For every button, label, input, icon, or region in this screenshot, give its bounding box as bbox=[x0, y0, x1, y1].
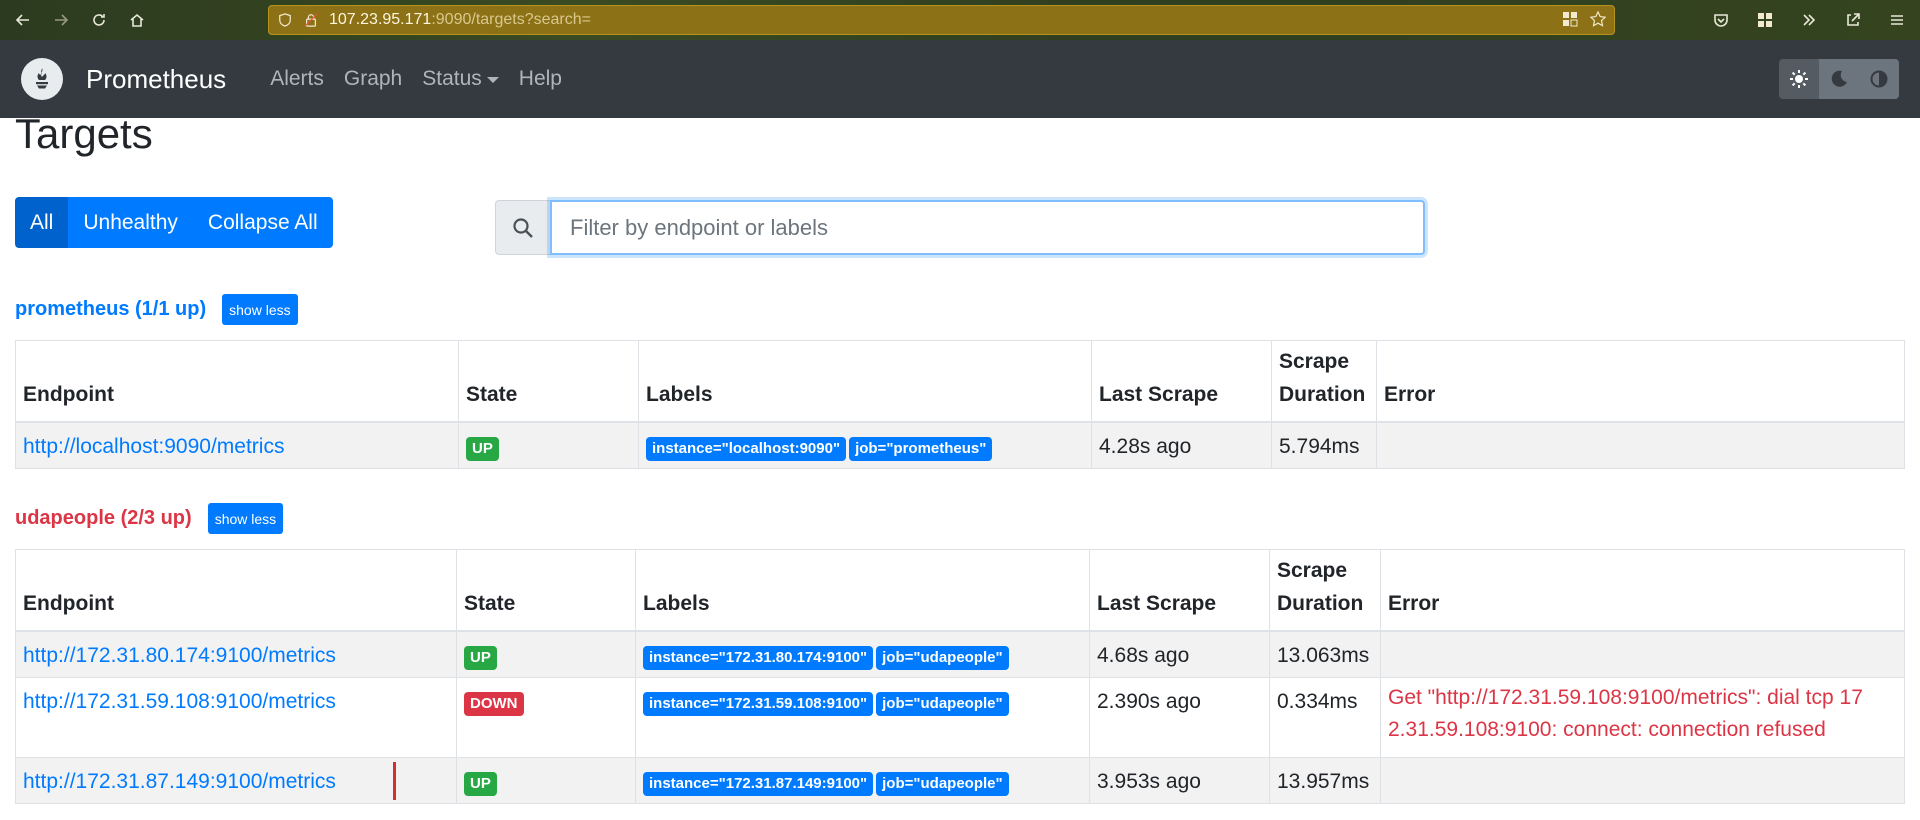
job-header-prometheus: prometheus (1/1 up) show less bbox=[15, 294, 298, 325]
col-scrape-duration: Scrape Duration bbox=[1271, 340, 1377, 422]
endpoint-link[interactable]: http://172.31.59.108:9100/metrics bbox=[23, 690, 336, 713]
share-icon[interactable] bbox=[1840, 5, 1866, 35]
nav-alerts[interactable]: Alerts bbox=[260, 67, 334, 91]
scrape-duration: 5.794ms bbox=[1271, 421, 1377, 469]
sun-icon[interactable] bbox=[1779, 59, 1819, 99]
label-badge: instance="localhost:9090" bbox=[646, 436, 847, 461]
job-header-udapeople: udapeople (2/3 up) show less bbox=[15, 503, 284, 534]
targets-table-prometheus: Endpoint State Labels Last Scrape Scrape… bbox=[15, 340, 1905, 469]
last-scrape: 4.28s ago bbox=[1091, 421, 1272, 469]
home-icon[interactable] bbox=[122, 5, 152, 35]
filter-button-group: All Unhealthy Collapse All bbox=[15, 197, 333, 248]
status-badge: UP bbox=[464, 772, 497, 796]
url-host: 107.23.95.171 bbox=[329, 11, 432, 28]
scrape-duration: 0.334ms bbox=[1269, 677, 1381, 758]
star-icon[interactable] bbox=[1589, 10, 1607, 32]
col-error: Error bbox=[1376, 340, 1905, 422]
col-labels: Labels bbox=[635, 549, 1090, 631]
last-scrape: 4.68s ago bbox=[1089, 630, 1270, 678]
lock-icon[interactable] bbox=[301, 10, 321, 30]
table-row: http://localhost:9090/metrics UP instanc… bbox=[15, 421, 1905, 469]
col-scrape-duration-line2: Duration bbox=[1279, 382, 1366, 406]
col-labels: Labels bbox=[638, 340, 1092, 422]
error-line-1: Get "http://172.31.59.108:9100/metrics":… bbox=[1388, 686, 1863, 709]
col-state: State bbox=[458, 340, 639, 422]
endpoint-link[interactable]: http://172.31.87.149:9100/metrics bbox=[23, 770, 336, 793]
chevron-down-icon bbox=[486, 77, 499, 83]
label-badge: instance="172.31.87.149:9100" bbox=[643, 772, 874, 796]
label-badge: instance="172.31.80.174:9100" bbox=[643, 645, 874, 670]
col-last-scrape: Last Scrape bbox=[1089, 549, 1270, 631]
col-error: Error bbox=[1380, 549, 1905, 631]
table-row: http://172.31.59.108:9100/metrics DOWN i… bbox=[15, 677, 1905, 758]
extensions-icon[interactable] bbox=[1752, 5, 1778, 35]
error-cell: Get "http://172.31.59.108:9100/metrics":… bbox=[1380, 677, 1905, 758]
col-state: State bbox=[456, 549, 636, 631]
shield-icon[interactable] bbox=[275, 10, 295, 30]
col-endpoint: Endpoint bbox=[15, 549, 457, 631]
col-scrape-duration: Scrape Duration bbox=[1269, 549, 1381, 631]
last-scrape: 2.390s ago bbox=[1089, 677, 1270, 758]
theme-toggle bbox=[1779, 59, 1899, 99]
error-line-2: 2.31.59.108:9100: connect: connection re… bbox=[1388, 718, 1826, 741]
error-cell bbox=[1380, 630, 1905, 678]
show-less-button[interactable]: show less bbox=[222, 294, 298, 325]
show-less-button[interactable]: show less bbox=[207, 503, 284, 534]
brand-name[interactable]: Prometheus bbox=[86, 64, 226, 95]
label-badge: job="udapeople" bbox=[876, 645, 1009, 670]
nav-graph[interactable]: Graph bbox=[334, 67, 412, 91]
prometheus-logo-icon[interactable] bbox=[21, 58, 63, 100]
job-title-prometheus[interactable]: prometheus (1/1 up) bbox=[15, 298, 206, 321]
pocket-icon[interactable] bbox=[1708, 5, 1734, 35]
moon-icon[interactable] bbox=[1819, 59, 1859, 99]
menu-icon[interactable] bbox=[1884, 5, 1910, 35]
url-text[interactable]: 107.23.95.171:9090/targets?search= bbox=[329, 11, 591, 29]
app-navbar: Prometheus Alerts Graph Status Help bbox=[0, 40, 1920, 118]
search-input[interactable] bbox=[550, 200, 1425, 255]
table-row: http://172.31.80.174:9100/metrics UP ins… bbox=[15, 630, 1905, 678]
col-endpoint: Endpoint bbox=[15, 340, 459, 422]
status-badge: DOWN bbox=[464, 692, 524, 716]
nav-status-label: Status bbox=[422, 67, 482, 90]
forward-icon[interactable] bbox=[46, 5, 76, 35]
filter-search bbox=[495, 200, 1425, 255]
text-cursor-marker bbox=[393, 762, 396, 800]
label-badge: job="udapeople" bbox=[876, 772, 1009, 796]
table-row: http://172.31.87.149:9100/metrics UP ins… bbox=[15, 757, 1905, 804]
url-path: :9090/targets?search= bbox=[431, 11, 591, 28]
label-badge: job="prometheus" bbox=[849, 436, 993, 461]
scrape-duration: 13.957ms bbox=[1269, 757, 1381, 804]
chevrons-icon[interactable] bbox=[1796, 5, 1822, 35]
endpoint-link[interactable]: http://localhost:9090/metrics bbox=[23, 435, 284, 458]
grid-icon[interactable] bbox=[1562, 11, 1578, 32]
col-scrape-duration-line1: Scrape bbox=[1279, 349, 1350, 373]
label-badge: instance="172.31.59.108:9100" bbox=[643, 692, 874, 716]
col-last-scrape: Last Scrape bbox=[1091, 340, 1272, 422]
back-icon[interactable] bbox=[8, 5, 38, 35]
nav-status[interactable]: Status bbox=[412, 67, 509, 91]
all-button[interactable]: All bbox=[15, 197, 69, 248]
col-scrape-duration-line1: Scrape bbox=[1277, 558, 1348, 582]
page-title: Targets bbox=[15, 110, 153, 157]
job-title-udapeople[interactable]: udapeople (2/3 up) bbox=[15, 507, 192, 530]
contrast-icon[interactable] bbox=[1859, 59, 1899, 99]
label-badge: job="udapeople" bbox=[876, 692, 1009, 716]
error-cell bbox=[1380, 757, 1905, 804]
reload-icon[interactable] bbox=[84, 5, 114, 35]
collapse-all-button[interactable]: Collapse All bbox=[192, 197, 333, 248]
address-bar[interactable]: 107.23.95.171:9090/targets?search= bbox=[268, 5, 1615, 35]
status-badge: UP bbox=[466, 436, 499, 461]
error-cell bbox=[1376, 421, 1905, 469]
search-icon bbox=[495, 200, 550, 255]
targets-table-udapeople: Endpoint State Labels Last Scrape Scrape… bbox=[15, 549, 1905, 804]
nav-help[interactable]: Help bbox=[509, 67, 572, 91]
browser-toolbar: 107.23.95.171:9090/targets?search= bbox=[0, 0, 1920, 40]
scrape-duration: 13.063ms bbox=[1269, 630, 1381, 678]
endpoint-link[interactable]: http://172.31.80.174:9100/metrics bbox=[23, 644, 336, 667]
unhealthy-button[interactable]: Unhealthy bbox=[68, 197, 193, 248]
status-badge: UP bbox=[464, 645, 497, 670]
col-scrape-duration-line2: Duration bbox=[1277, 591, 1364, 615]
last-scrape: 3.953s ago bbox=[1089, 757, 1270, 804]
